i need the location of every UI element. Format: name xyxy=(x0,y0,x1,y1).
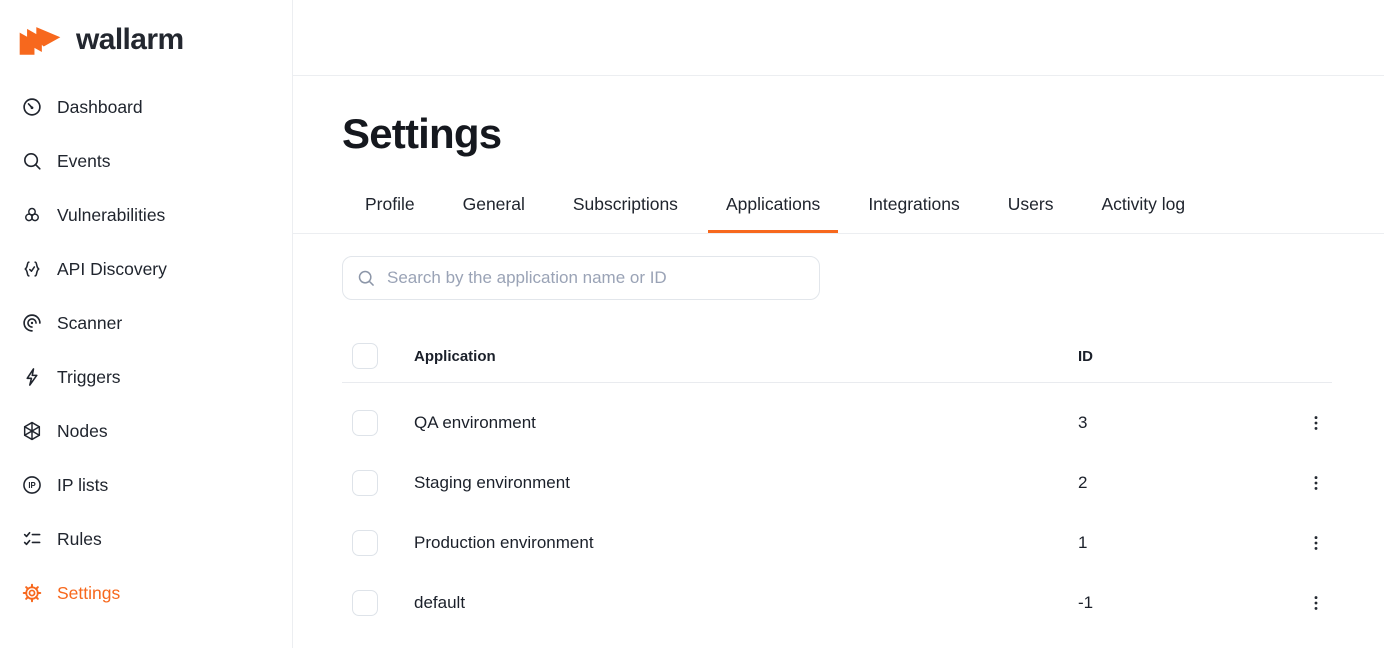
application-name: QA environment xyxy=(414,413,1042,433)
application-id: 3 xyxy=(1078,413,1268,433)
kebab-icon xyxy=(1307,471,1325,495)
sidebar-item-events[interactable]: Events xyxy=(0,134,292,188)
sidebar-item-label: Events xyxy=(57,151,111,172)
settings-tabs: Profile General Subscriptions Applicatio… xyxy=(293,176,1384,234)
row-checkbox[interactable] xyxy=(352,470,378,496)
row-checkbox[interactable] xyxy=(352,530,378,556)
topbar xyxy=(293,0,1384,76)
search-icon xyxy=(21,150,43,172)
sidebar-item-label: Dashboard xyxy=(57,97,143,118)
applications-table-header: Application ID xyxy=(342,330,1332,383)
dashboard-gauge-icon xyxy=(21,96,43,118)
lightning-icon xyxy=(21,366,43,388)
tab-integrations[interactable]: Integrations xyxy=(850,176,977,233)
application-search xyxy=(342,256,820,300)
select-all-checkbox[interactable] xyxy=(352,343,378,369)
scanner-target-icon xyxy=(21,312,43,334)
table-row: Staging environment 2 xyxy=(342,453,1332,513)
table-row: QA environment 3 xyxy=(342,393,1332,453)
application-search-input[interactable] xyxy=(342,256,820,300)
application-name: Staging environment xyxy=(414,473,1042,493)
kebab-icon xyxy=(1307,411,1325,435)
row-checkbox[interactable] xyxy=(352,410,378,436)
sidebar-item-api-discovery[interactable]: API Discovery xyxy=(0,242,292,296)
sidebar-item-label: Nodes xyxy=(57,421,108,442)
tab-label: Subscriptions xyxy=(573,194,678,215)
wallarm-app-window: wallarm Dashboard Events Vulnerabilities… xyxy=(0,0,1384,648)
application-id: 2 xyxy=(1078,473,1268,493)
biohazard-icon xyxy=(21,204,43,226)
applications-table: Application ID QA environment 3 Staging … xyxy=(342,330,1332,633)
sidebar-nav: Dashboard Events Vulnerabilities API Dis… xyxy=(0,80,292,620)
node-hexagon-icon xyxy=(21,420,43,442)
tab-subscriptions[interactable]: Subscriptions xyxy=(555,176,696,233)
row-actions-button[interactable] xyxy=(1304,410,1328,436)
main-area: Settings Profile General Subscriptions A… xyxy=(293,0,1384,648)
application-id: -1 xyxy=(1078,593,1268,613)
sidebar-item-dashboard[interactable]: Dashboard xyxy=(0,80,292,134)
sidebar-item-vulnerabilities[interactable]: Vulnerabilities xyxy=(0,188,292,242)
tab-general[interactable]: General xyxy=(445,176,543,233)
wallarm-logo-icon xyxy=(16,21,64,59)
tab-label: Profile xyxy=(365,194,415,215)
sidebar-item-scanner[interactable]: Scanner xyxy=(0,296,292,350)
row-actions-button[interactable] xyxy=(1304,590,1328,616)
sidebar-item-nodes[interactable]: Nodes xyxy=(0,404,292,458)
tab-label: Integrations xyxy=(868,194,959,215)
title-block: Settings xyxy=(293,76,1384,176)
tab-applications[interactable]: Applications xyxy=(708,176,838,233)
sidebar-item-settings[interactable]: Settings xyxy=(0,566,292,620)
tab-label: Applications xyxy=(726,194,820,215)
sidebar: wallarm Dashboard Events Vulnerabilities… xyxy=(0,0,293,648)
column-header-application: Application xyxy=(414,348,1042,365)
sidebar-item-rules[interactable]: Rules xyxy=(0,512,292,566)
tab-label: Users xyxy=(1008,194,1054,215)
column-header-id: ID xyxy=(1078,348,1268,365)
application-name: default xyxy=(414,593,1042,613)
sidebar-item-label: Triggers xyxy=(57,367,121,388)
sidebar-item-label: Scanner xyxy=(57,313,122,334)
checklist-icon xyxy=(21,528,43,550)
sidebar-item-ip-lists[interactable]: IP IP lists xyxy=(0,458,292,512)
application-name: Production environment xyxy=(414,533,1042,553)
gear-icon xyxy=(21,582,43,604)
applications-table-body: QA environment 3 Staging environment 2 P… xyxy=(342,383,1332,633)
sidebar-item-label: Rules xyxy=(57,529,102,550)
kebab-icon xyxy=(1307,591,1325,615)
sidebar-item-label: API Discovery xyxy=(57,259,167,280)
wallarm-logo-text: wallarm xyxy=(76,23,184,57)
kebab-icon xyxy=(1307,531,1325,555)
tab-users[interactable]: Users xyxy=(990,176,1072,233)
row-actions-button[interactable] xyxy=(1304,530,1328,556)
sidebar-item-triggers[interactable]: Triggers xyxy=(0,350,292,404)
table-row: default -1 xyxy=(342,573,1332,633)
tab-label: Activity log xyxy=(1101,194,1185,215)
row-checkbox[interactable] xyxy=(352,590,378,616)
tab-profile[interactable]: Profile xyxy=(347,176,433,233)
tab-label: General xyxy=(463,194,525,215)
applications-content: Application ID QA environment 3 Staging … xyxy=(293,234,1384,633)
application-id: 1 xyxy=(1078,533,1268,553)
page-title: Settings xyxy=(342,110,501,158)
row-actions-button[interactable] xyxy=(1304,470,1328,496)
sidebar-item-label: Settings xyxy=(57,583,120,604)
braces-check-icon xyxy=(21,258,43,280)
table-row: Production environment 1 xyxy=(342,513,1332,573)
tab-activity-log[interactable]: Activity log xyxy=(1083,176,1203,233)
wallarm-logo[interactable]: wallarm xyxy=(0,0,292,80)
sidebar-item-label: Vulnerabilities xyxy=(57,205,165,226)
ip-circle-icon: IP xyxy=(21,474,43,496)
sidebar-item-label: IP lists xyxy=(57,475,108,496)
svg-text:IP: IP xyxy=(28,481,35,490)
